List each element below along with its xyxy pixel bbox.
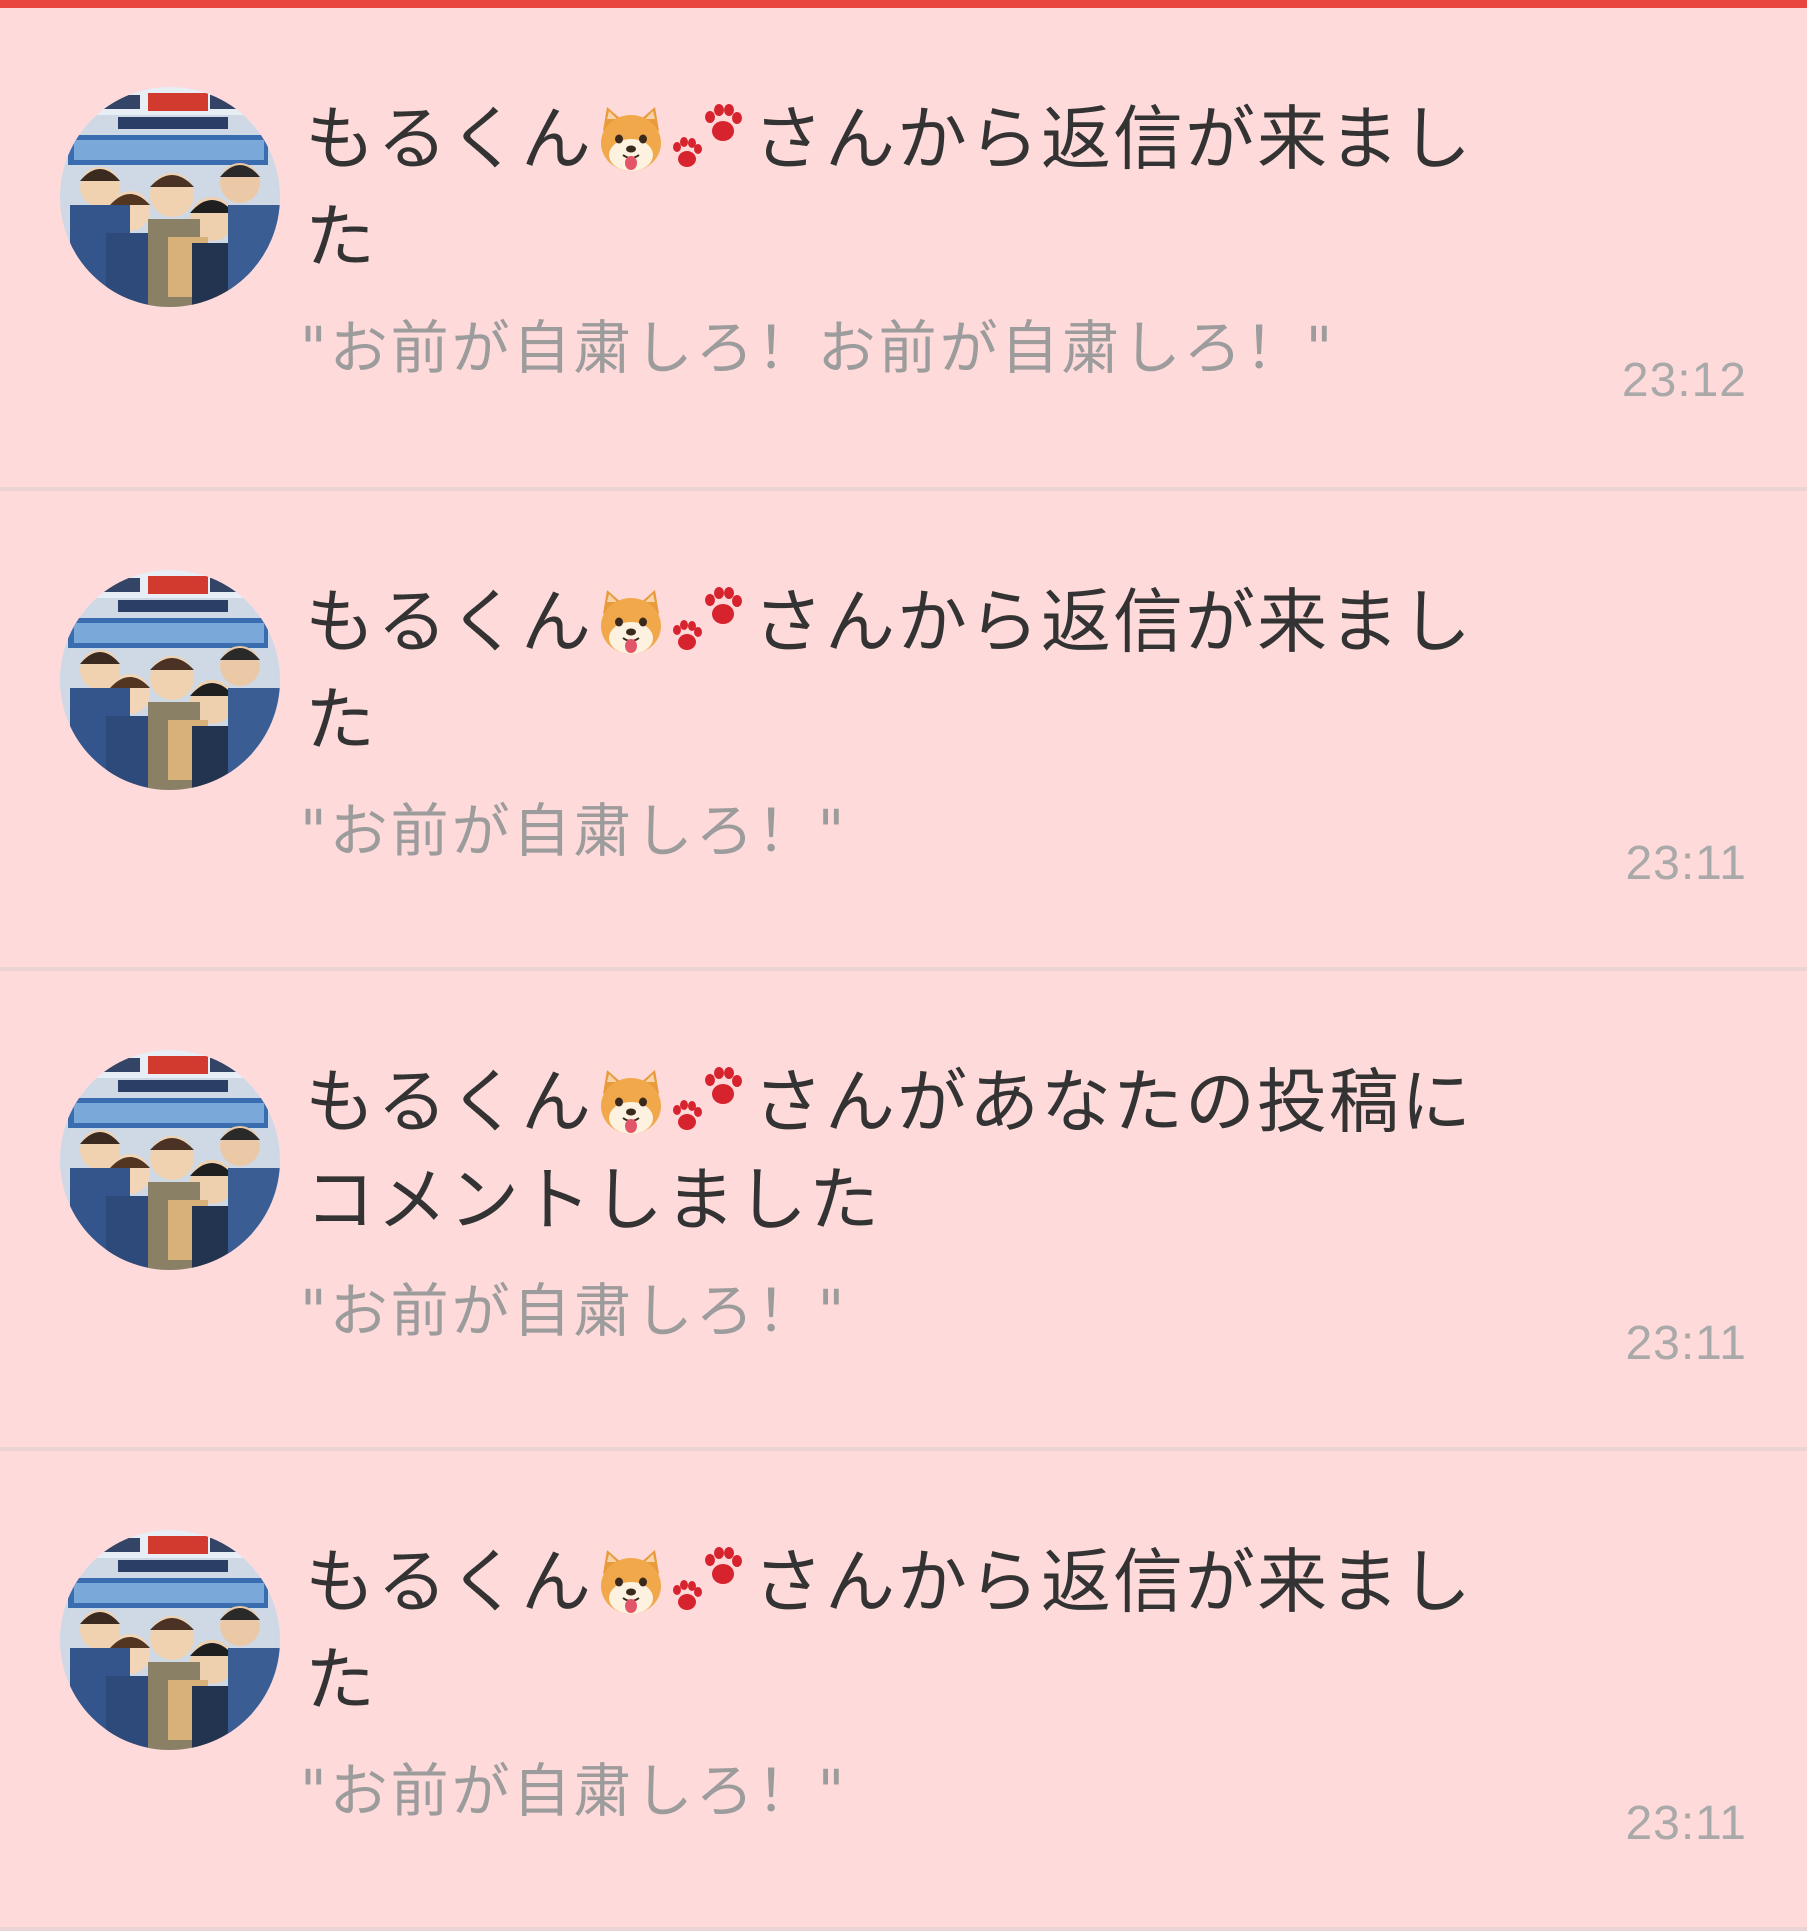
user-avatar[interactable] xyxy=(60,570,280,790)
shiba-dog-face-icon xyxy=(593,101,669,177)
paw-prints-icon xyxy=(669,1064,753,1140)
notification-item[interactable]: もるくん さんから返信が来ました "お前が自粛しろ！お前が自粛しろ！" 23:1… xyxy=(0,8,1807,491)
notification-title: もるくん さんがあなたの投稿にコメントしました xyxy=(305,1053,1475,1249)
shiba-dog-face-icon xyxy=(593,1544,669,1620)
paw-prints-icon xyxy=(669,584,753,660)
user-avatar[interactable] xyxy=(60,87,280,307)
notification-title: もるくん さんから返信が来ました xyxy=(305,1533,1475,1729)
message-preview: "お前が自粛しろ！" xyxy=(300,797,848,865)
notification-item[interactable]: もるくん さんから返信が来ました "お前が自粛しろ！" 23:11 xyxy=(0,491,1807,971)
timestamp: 23:11 xyxy=(1625,837,1747,890)
timestamp: 23:12 xyxy=(1621,354,1747,407)
user-name: もるくん xyxy=(305,1541,593,1623)
timestamp: 23:11 xyxy=(1625,1797,1747,1850)
notification-title: もるくん さんから返信が来ました xyxy=(305,90,1475,286)
user-name: もるくん xyxy=(305,581,593,663)
shiba-dog-face-icon xyxy=(593,584,669,660)
timestamp: 23:11 xyxy=(1625,1317,1747,1370)
top-accent-bar xyxy=(0,0,1807,8)
message-preview: "お前が自粛しろ！お前が自粛しろ！" xyxy=(300,314,1336,382)
user-avatar[interactable] xyxy=(60,1530,280,1750)
user-name: もるくん xyxy=(305,98,593,180)
notification-item[interactable]: もるくん さんから返信が来ました "お前が自粛しろ！" 23:11 xyxy=(0,1451,1807,1931)
paw-prints-icon xyxy=(669,1544,753,1620)
paw-prints-icon xyxy=(669,101,753,177)
message-preview: "お前が自粛しろ！" xyxy=(300,1757,848,1825)
message-preview: "お前が自粛しろ！" xyxy=(300,1277,848,1345)
shiba-dog-face-icon xyxy=(593,1064,669,1140)
notification-title: もるくん さんから返信が来ました xyxy=(305,573,1475,769)
notification-list: もるくん さんから返信が来ました "お前が自粛しろ！お前が自粛しろ！" 23:1… xyxy=(0,8,1807,1931)
notification-item[interactable]: もるくん さんがあなたの投稿にコメントしました "お前が自粛しろ！" 23:11 xyxy=(0,971,1807,1451)
user-name: もるくん xyxy=(305,1061,593,1143)
user-avatar[interactable] xyxy=(60,1050,280,1270)
